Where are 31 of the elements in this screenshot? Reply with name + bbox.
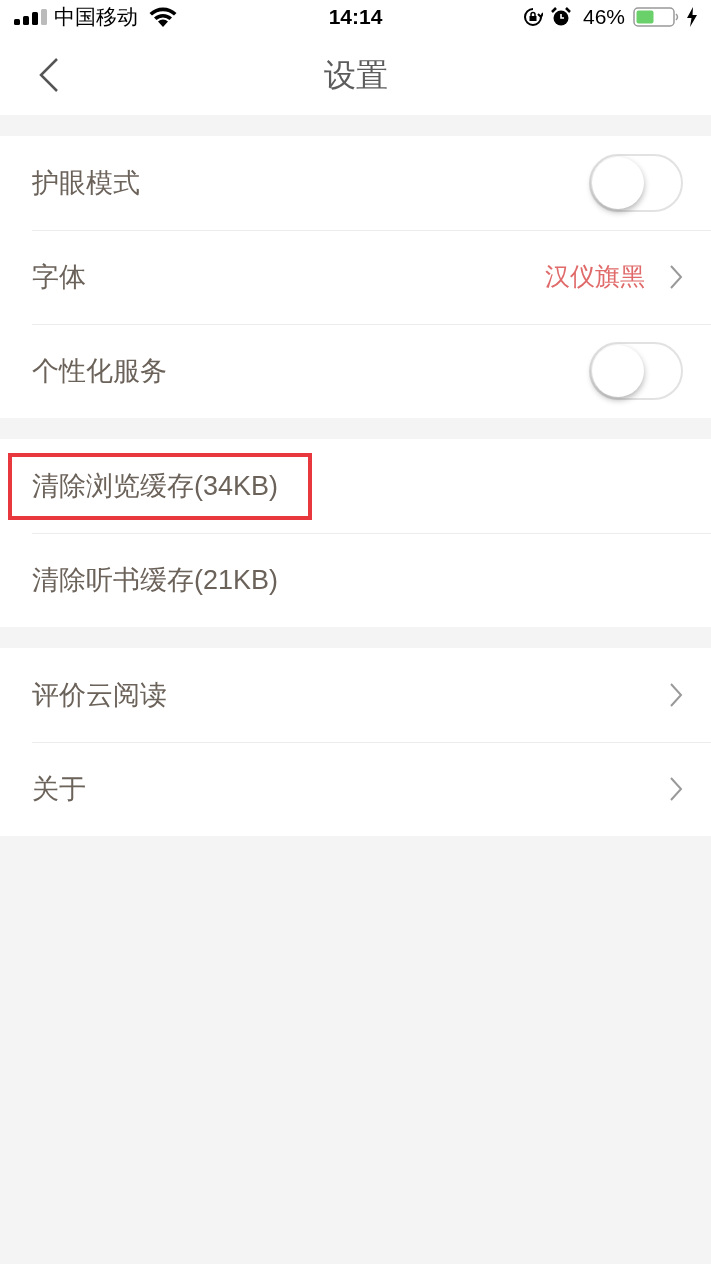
- row-label: 字体: [32, 260, 86, 294]
- wifi-icon: [148, 6, 178, 28]
- charging-icon: [687, 7, 697, 27]
- toggle-switch[interactable]: [589, 154, 683, 212]
- settings-row[interactable]: 清除浏览缓存(34KB): [0, 439, 711, 533]
- carrier-name: 中国移动: [54, 4, 138, 31]
- chevron-right-icon: [669, 682, 683, 708]
- row-label: 护眼模式: [32, 166, 140, 200]
- row-label: 个性化服务: [32, 354, 167, 388]
- settings-row[interactable]: 字体 汉仪旗黑: [0, 230, 711, 324]
- back-icon: [38, 56, 60, 93]
- rotation-lock-icon: [522, 7, 543, 27]
- battery-icon: [633, 7, 679, 27]
- signal-icon: [14, 9, 48, 25]
- settings-row[interactable]: 评价云阅读: [0, 648, 711, 742]
- settings-row[interactable]: 护眼模式: [0, 136, 711, 230]
- row-label: 清除听书缓存(21KB): [32, 563, 279, 597]
- row-label: 清除浏览缓存(34KB): [32, 469, 279, 503]
- chevron-right-icon: [669, 776, 683, 802]
- row-label: 评价云阅读: [32, 678, 167, 712]
- chevron-right-icon: [669, 264, 683, 290]
- clock-time: 14:14: [328, 4, 383, 31]
- settings-row[interactable]: 关于: [0, 742, 711, 836]
- toggle-switch[interactable]: [589, 342, 683, 400]
- page-title: 设置: [323, 55, 388, 95]
- row-label: 关于: [32, 772, 86, 806]
- settings-row[interactable]: 清除听书缓存(21KB): [0, 533, 711, 627]
- font-value: 汉仪旗黑: [545, 261, 645, 293]
- battery-percent: 46%: [582, 4, 625, 31]
- settings-row[interactable]: 个性化服务: [0, 324, 711, 418]
- alarm-clock-icon: [550, 7, 571, 27]
